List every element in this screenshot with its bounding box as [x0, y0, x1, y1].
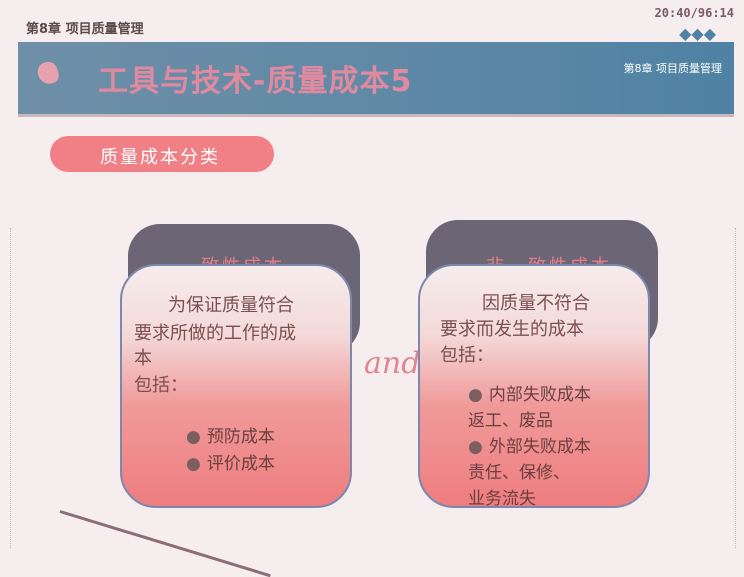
left-card-line-3: 本: [134, 348, 152, 369]
title-chapter-label: 第8章 项目质量管理: [623, 62, 723, 75]
chapter-header: 第8章 项目质量管理: [26, 22, 144, 37]
right-bullet-external-detail: 责任、保修、: [468, 463, 570, 483]
right-bullet-internal-detail: 返工、废品: [468, 411, 553, 431]
title-decoration: ◆◆◆: [679, 24, 716, 43]
right-card-line-1: 因质量不符合: [482, 293, 590, 314]
category-label: 质量成本分类: [100, 147, 220, 168]
bullet-dot-icon: ●: [468, 385, 483, 405]
left-card-line-4: 包括：: [134, 375, 188, 396]
left-bullet-prevention: ● 预防成本: [186, 427, 275, 447]
left-bullet-appraisal: ● 评价成本: [186, 454, 275, 474]
slide-title: 工具与技术-质量成本5: [98, 64, 413, 99]
bullet-dot-icon: ●: [186, 454, 201, 474]
right-bullet-internal: ● 内部失败成本: [468, 385, 591, 405]
right-card-line-2: 要求而发生的成本: [440, 319, 584, 340]
right-card-line-3: 包括：: [440, 345, 494, 366]
right-bullet-external: ● 外部失败成本: [468, 437, 591, 457]
right-bullet-external-detail-2: 业务流失: [468, 489, 536, 509]
slide-clock: 20:40/96:14: [654, 6, 734, 20]
left-card-line-1: 为保证质量符合: [168, 295, 294, 316]
bullet-dot-icon: ●: [468, 437, 483, 457]
and-connector: and: [364, 346, 421, 381]
left-card-line-2: 要求所做的工作的成: [134, 323, 296, 344]
bullet-dot-icon: ●: [186, 427, 201, 447]
